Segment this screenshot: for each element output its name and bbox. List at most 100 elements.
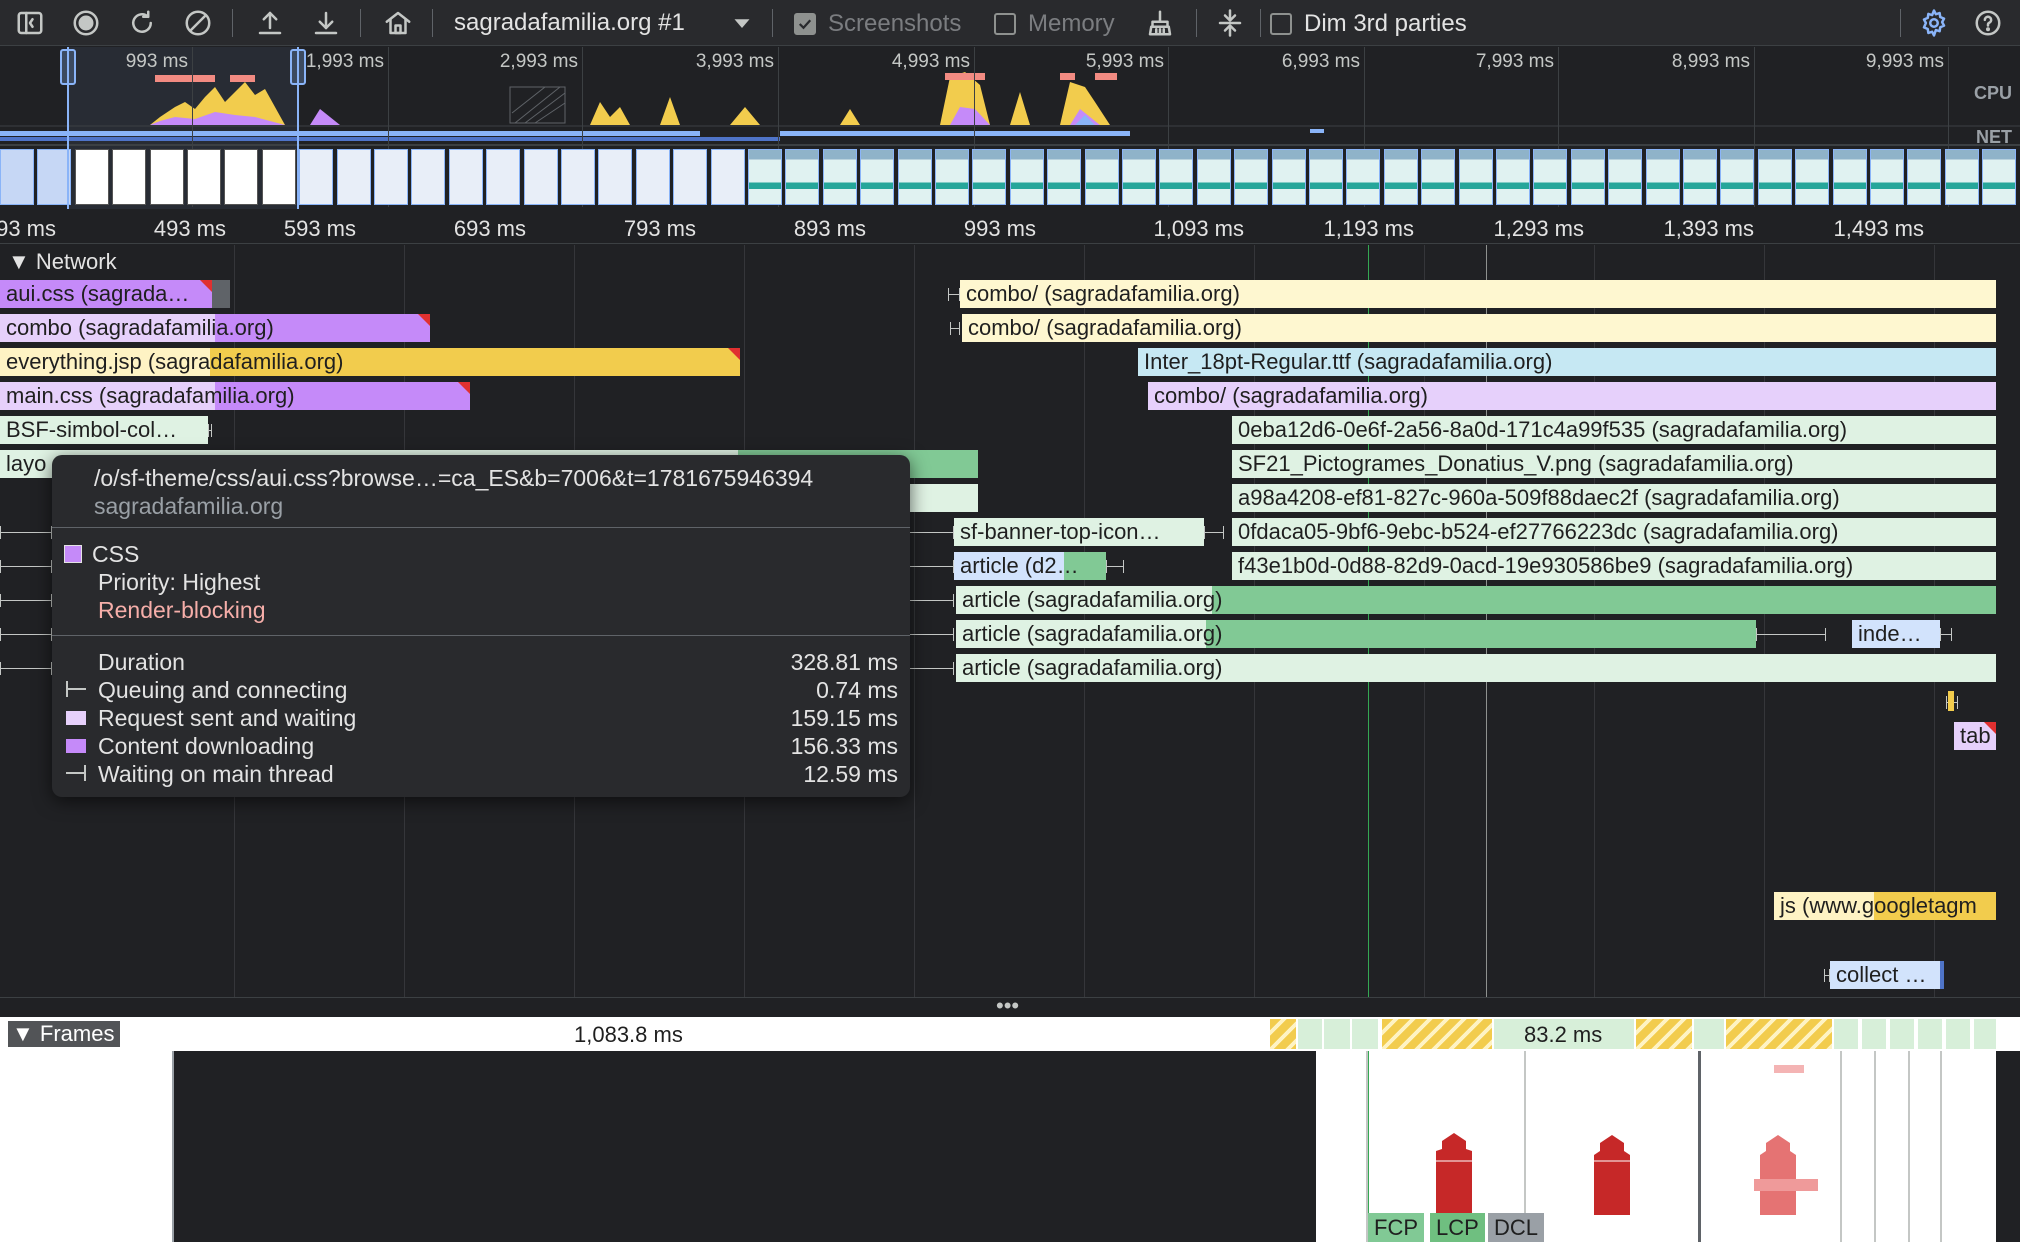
request-bar[interactable]: combo/ (sagradafamilia.org)	[960, 280, 1996, 308]
net-label: NET	[1976, 127, 2012, 147]
request-bar[interactable]: combo/ (sagradafamilia.org)	[1148, 382, 1996, 410]
request-bar[interactable]: Inter_18pt-Regular.ttf (sagradafamilia.o…	[1138, 348, 1996, 376]
request-whisker	[0, 526, 52, 539]
screenshot-thumbnail	[112, 149, 147, 205]
request-bar[interactable]: article (d2…	[954, 552, 1106, 580]
request-bar[interactable]: combo (sagradafamilia.org)	[0, 314, 430, 342]
request-bar[interactable]: article (sagradafamilia.org)	[956, 654, 1996, 682]
request-whisker	[906, 662, 954, 675]
recording-select[interactable]: sagradafamilia.org #1	[454, 9, 685, 37]
request-bar[interactable]: f43e1b0d-0d88-82d9-0acd-19e930586be9 (sa…	[1232, 552, 1996, 580]
clear-icon[interactable]	[180, 5, 216, 41]
broom-icon[interactable]	[1142, 5, 1178, 41]
screenshot-thumbnail	[1309, 149, 1343, 205]
cpu-label: CPU	[1973, 83, 2012, 103]
network-section-header[interactable]: ▼ Network	[8, 249, 117, 275]
download-icon[interactable]	[308, 5, 344, 41]
ruler-tick: 1,493 ms	[1833, 216, 1925, 241]
request-bar[interactable]: 0fdaca05-9bf6-9ebc-b524-ef27766223dc (sa…	[1232, 518, 1996, 546]
screenshot-thumbnail	[1346, 149, 1381, 205]
reload-record-icon[interactable]	[124, 5, 160, 41]
request-bar[interactable]: aui.css (sagrada…	[0, 280, 212, 308]
screenshot-thumbnail	[448, 149, 483, 205]
ruler-tick: 993 ms	[963, 216, 1036, 241]
request-bar[interactable]: js (www.googletagm	[1774, 892, 1996, 920]
home-icon[interactable]	[380, 5, 416, 41]
screenshot-thumbnail	[785, 149, 820, 205]
request-whisker	[0, 628, 52, 641]
request-bar[interactable]: tab	[1954, 722, 1996, 750]
request-bar[interactable]: collect …	[1830, 961, 1942, 989]
network-track[interactable]: ▼ Network aui.css (sagrada… combo (sagra…	[0, 245, 2020, 997]
record-icon[interactable]	[68, 5, 104, 41]
dcl-marker[interactable]: DCL	[1488, 1213, 1545, 1242]
request-bar[interactable]	[900, 484, 978, 512]
request-label: aui.css (sagrada…	[6, 281, 190, 306]
request-bar[interactable]: article (sagradafamilia.org)	[956, 586, 1996, 614]
request-bar[interactable]: combo/ (sagradafamilia.org)	[962, 314, 1996, 342]
tooltip-priority: Priority: Highest	[98, 569, 261, 595]
frames-track[interactable]: ▼ Frames 1,083.8 ms 83.2 ms FCP LCP DCL	[0, 1017, 2020, 1242]
frame-segment[interactable]	[1298, 1019, 1322, 1049]
request-bar[interactable]: main.css (sagradafamilia.org)	[0, 382, 470, 410]
render-blocking-flag	[458, 382, 470, 394]
request-whisker	[906, 594, 954, 607]
tooltip-host: sagradafamilia.org	[94, 493, 284, 519]
request-bar[interactable]: 0eba12d6-0e6f-2a56-8a0d-171c4a99f535 (sa…	[1232, 416, 1996, 444]
screenshot-thumbnail	[74, 149, 109, 205]
collapse-icon[interactable]	[1212, 5, 1248, 41]
timing-label: Duration	[98, 649, 185, 675]
memory-checkbox[interactable]: Memory	[994, 10, 1115, 38]
screenshots-checkbox[interactable]: Screenshots	[794, 10, 961, 38]
overview-tick: 4,993 ms	[891, 51, 970, 72]
triangle-down-icon: ▼	[8, 249, 30, 274]
request-bar[interactable]: sf-banner-top-icon…	[954, 518, 1204, 546]
frames-title: Frames	[39, 1021, 115, 1046]
frames-section-header[interactable]: ▼ Frames	[8, 1021, 121, 1047]
request-bar[interactable]: article (sagradafamilia.org)	[956, 620, 1756, 648]
request-label: article (sagradafamilia.org)	[962, 621, 1223, 646]
request-bar[interactable]: a98a4208-ef81-827c-960a-509f88daec2f (sa…	[1232, 484, 1996, 512]
request-label: combo (sagradafamilia.org)	[6, 315, 274, 340]
request-bar[interactable]: everything.jsp (sagradafamilia.org)	[0, 348, 740, 376]
upload-icon[interactable]	[252, 5, 288, 41]
request-whisker	[1106, 560, 1124, 573]
chevron-down-icon[interactable]	[724, 5, 760, 41]
lcp-marker[interactable]: LCP	[1430, 1213, 1485, 1242]
timing-value: 159.15 ms	[790, 705, 898, 731]
request-bar[interactable]: inde…	[1852, 620, 1940, 648]
timeline-overview[interactable]: 993 ms 1,993 ms 2,993 ms 3,993 ms 4,993 …	[0, 47, 2020, 209]
download-swatch-icon	[66, 739, 86, 753]
frame-segment[interactable]	[1382, 1019, 1492, 1049]
request-label: article (d2…	[960, 553, 1079, 578]
frame-segment[interactable]	[1324, 1019, 1350, 1049]
ruler-tick: 1,093 ms	[1153, 216, 1245, 241]
request-bar[interactable]: BSF-simbol-col…	[0, 416, 208, 444]
render-blocking-flag	[200, 280, 212, 292]
screenshot-thumbnail	[374, 149, 408, 205]
tooltip-priority-row: Priority: Highest	[52, 569, 898, 597]
frame-segment[interactable]	[1636, 1019, 1692, 1049]
frame-segment[interactable]	[1270, 1019, 1296, 1049]
request-whisker	[950, 322, 960, 335]
frame-segment[interactable]	[1352, 1019, 1378, 1049]
timing-value: 328.81 ms	[790, 649, 898, 675]
settings-gear-icon[interactable]	[1916, 5, 1952, 41]
request-label: f43e1b0d-0d88-82d9-0acd-19e930586be9 (sa…	[1238, 553, 1854, 578]
frame-segment[interactable]	[1834, 1019, 1996, 1049]
request-bar-small[interactable]	[1948, 691, 1954, 711]
timing-label: Queuing and connecting	[98, 677, 348, 703]
fcp-marker[interactable]: FCP	[1368, 1213, 1424, 1242]
triangle-down-icon: ▼	[12, 1021, 34, 1046]
request-label: main.css (sagradafamilia.org)	[6, 383, 295, 408]
help-icon[interactable]	[1970, 5, 2006, 41]
tooltip-timing-row: Content downloading 156.33 ms	[52, 733, 898, 761]
sidebar-toggle-icon[interactable]	[12, 5, 48, 41]
dim-third-parties-checkbox[interactable]: Dim 3rd parties	[1270, 10, 1467, 38]
frame-segment[interactable]	[1694, 1019, 1724, 1049]
frame-segment[interactable]	[1726, 1019, 1832, 1049]
overview-tick: 9,993 ms	[1865, 51, 1944, 72]
request-bar[interactable]: SF21_Pictogrames_Donatius_V.png (sagrada…	[1232, 450, 1996, 478]
track-resize-handle[interactable]: •••	[0, 995, 2020, 1017]
overview-tick: 8,993 ms	[1671, 51, 1750, 72]
